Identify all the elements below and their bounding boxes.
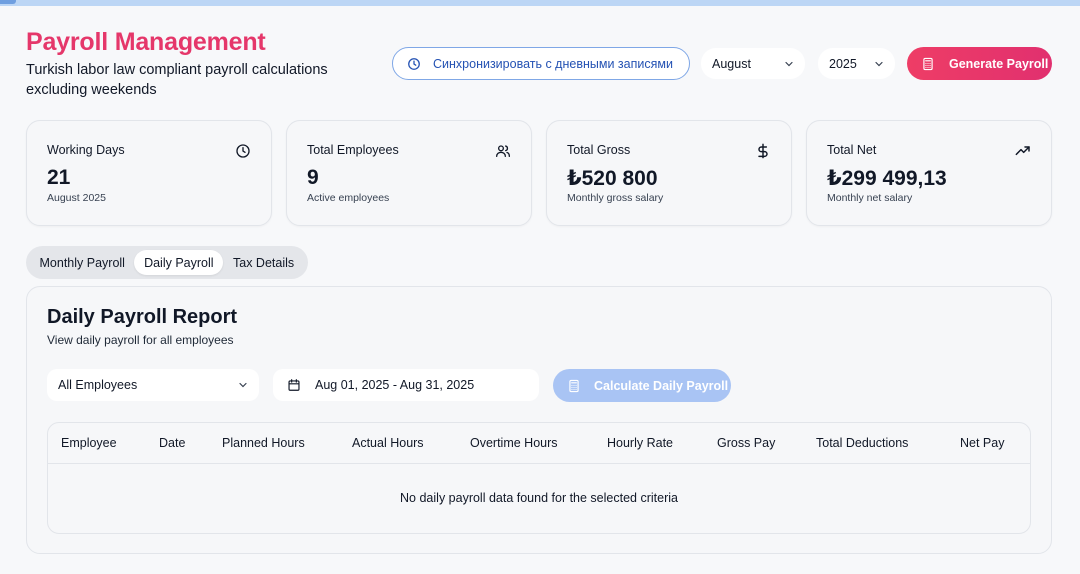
stat-label: Total Net (827, 143, 877, 157)
column-header-employee: Employee (61, 436, 117, 450)
dollar-icon (758, 143, 768, 159)
stat-note: Monthly gross salary (567, 192, 664, 204)
stat-note: Monthly net salary (827, 192, 913, 204)
month-select[interactable]: August (701, 48, 805, 79)
tab-monthly-payroll[interactable]: Monthly Payroll (30, 250, 134, 275)
column-header-gross-pay: Gross Pay (717, 436, 776, 450)
year-select-value: 2025 (829, 56, 857, 71)
stat-value: 21 (47, 166, 71, 189)
calendar-icon (288, 379, 300, 391)
column-header-actual-hours: Actual Hours (352, 436, 424, 450)
generate-payroll-button[interactable]: Generate Payroll (907, 47, 1052, 80)
stat-card-working-days: Working Days 21 August 2025 (26, 120, 272, 226)
payroll-tabs: Monthly Payroll Daily Payroll Tax Detail… (26, 246, 308, 279)
page-title: Payroll Management (26, 28, 266, 56)
date-range-picker[interactable]: Aug 01, 2025 - Aug 31, 2025 (273, 369, 539, 401)
calculator-icon (569, 379, 579, 392)
sync-daily-records-button[interactable]: Синхронизировать с дневными записями (392, 47, 690, 80)
employee-filter-select[interactable]: All Employees (47, 369, 259, 401)
report-title: Daily Payroll Report (47, 306, 238, 328)
top-progress-indicator (0, 0, 16, 4)
report-subtitle: View daily payroll for all employees (47, 333, 234, 347)
stat-value: ₺520 800 (567, 167, 658, 190)
empty-state-message: No daily payroll data found for the sele… (400, 491, 678, 505)
sync-button-label: Синхронизировать с дневными записями (433, 56, 673, 71)
top-progress-bar (0, 0, 1080, 6)
generate-payroll-label: Generate Payroll (949, 56, 1049, 71)
chevron-down-icon (785, 61, 793, 66)
column-header-hourly-rate: Hourly Rate (607, 436, 673, 450)
chevron-down-icon (875, 61, 883, 66)
users-icon (496, 145, 510, 157)
column-header-planned-hours: Planned Hours (222, 436, 305, 450)
chevron-down-icon (239, 382, 247, 388)
column-header-net-pay: Net Pay (960, 436, 1005, 450)
stat-label: Total Gross (567, 143, 631, 157)
stat-note: Active employees (307, 192, 390, 204)
calculator-icon (923, 57, 933, 70)
page-subtitle: Turkish labor law compliant payroll calc… (26, 62, 328, 98)
year-select[interactable]: 2025 (818, 48, 895, 79)
clock-icon (408, 57, 420, 70)
employee-filter-value: All Employees (58, 378, 138, 392)
clock-icon (236, 144, 250, 158)
calculate-button-label: Calculate Daily Payroll (594, 378, 729, 393)
date-range-value: Aug 01, 2025 - Aug 31, 2025 (315, 378, 475, 392)
stat-label: Working Days (47, 143, 125, 157)
tab-daily-payroll[interactable]: Daily Payroll (134, 250, 224, 275)
column-header-overtime-hours: Overtime Hours (470, 436, 558, 450)
tab-tax-details[interactable]: Tax Details (223, 250, 304, 275)
column-header-total-deductions: Total Deductions (816, 436, 909, 450)
stat-card-total-net: Total Net ₺299 499,13 Monthly net salary (806, 120, 1052, 226)
trending-up-icon (1015, 146, 1030, 156)
stat-value: ₺299 499,13 (827, 167, 947, 190)
calculate-daily-payroll-button[interactable]: Calculate Daily Payroll (553, 369, 731, 402)
daily-payroll-report-panel: Daily Payroll Report View daily payroll … (26, 286, 1052, 554)
table-header-row: Employee Date Planned Hours Actual Hours… (48, 423, 1030, 464)
month-select-value: August (712, 56, 751, 71)
stat-note: August 2025 (47, 192, 106, 204)
column-header-date: Date (159, 436, 186, 450)
stat-label: Total Employees (307, 143, 399, 157)
stat-card-total-gross: Total Gross ₺520 800 Monthly gross salar… (546, 120, 792, 226)
stat-card-total-employees: Total Employees 9 Active employees (286, 120, 532, 226)
stat-value: 9 (307, 166, 319, 189)
daily-payroll-table: Employee Date Planned Hours Actual Hours… (47, 422, 1031, 534)
